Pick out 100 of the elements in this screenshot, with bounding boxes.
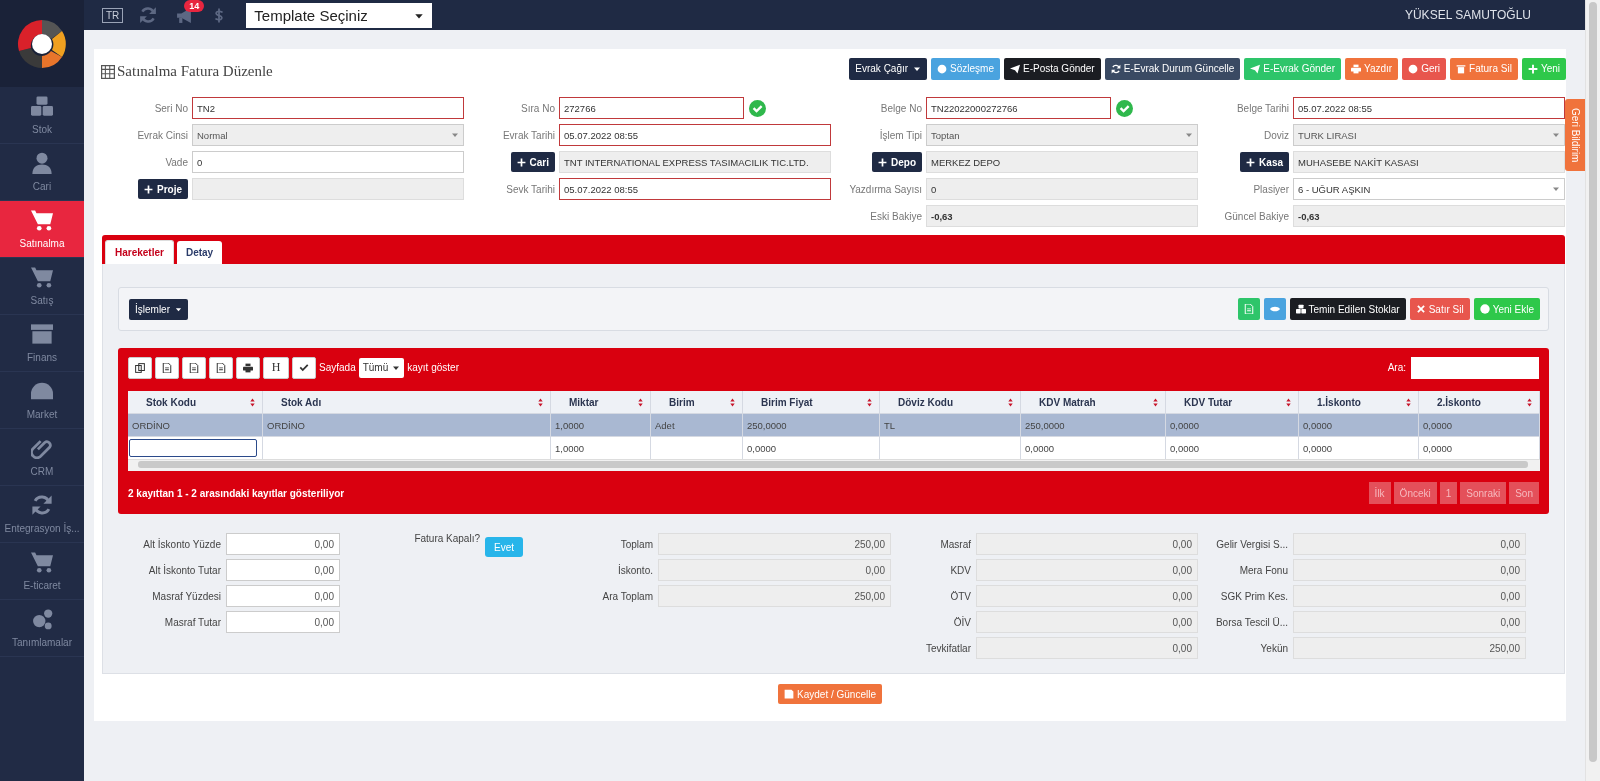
sidebar-item[interactable]: Finans (0, 315, 84, 372)
input-field[interactable]: 05.07.2022 08:55 (559, 178, 831, 200)
table-cell: 0,0000 (1303, 442, 1333, 454)
cart-icon (31, 209, 53, 231)
table-cell: ORDİNO (267, 419, 305, 431)
input-field[interactable]: 0,00 (976, 585, 1198, 607)
sidebar-item[interactable]: Tanımlamalar (0, 600, 84, 657)
input-field[interactable]: 0,00 (226, 585, 340, 607)
header-toggle-button[interactable]: H (263, 356, 289, 379)
cart-icon (31, 266, 53, 288)
export-button[interactable] (236, 356, 260, 379)
tab[interactable]: Hareketler (105, 240, 174, 264)
table-row[interactable]: ORDİNO ORDİNO 1,0000 Adet 250,0000 TL 250,0000 0,0000 0,0000 0,0000 (128, 413, 1540, 436)
input-field[interactable]: 250,00 (658, 585, 891, 607)
sort-icon (537, 396, 544, 408)
search-field[interactable] (1411, 356, 1539, 379)
user-name[interactable]: YÜKSEL SAMUTOĞLU (1404, 8, 1531, 22)
check-icon (299, 362, 309, 373)
plus-icon (878, 157, 887, 167)
sidebar-item[interactable]: Entegrasyon İş... (0, 486, 84, 543)
header-button[interactable]: E-Evrak Durum Güncelle (1104, 57, 1241, 80)
sidebar-item[interactable]: CRM (0, 429, 84, 486)
input-field[interactable]: 0,00 (976, 559, 1198, 581)
input-field[interactable]: TN22022000272766 (926, 97, 1111, 119)
language-button[interactable]: TR (102, 7, 124, 23)
sidebar-item[interactable]: Satınalma (0, 201, 84, 258)
input-field[interactable]: 0,00 (976, 533, 1198, 555)
sidebar-item[interactable]: Market (0, 372, 84, 429)
input-field[interactable]: -0,63 (1293, 205, 1565, 227)
table-cell: 0,0000 (1170, 419, 1200, 431)
sidebar-item[interactable]: E-ticaret (0, 543, 84, 600)
horizontal-scrollbar[interactable] (128, 459, 1540, 471)
page-size-select[interactable]: Tümü (358, 357, 405, 378)
sidebar-item[interactable]: Satış (0, 258, 84, 315)
refresh-icon (31, 494, 53, 516)
input-field[interactable]: TNT INTERNATIONAL EXPRESS TASIMACILIK TIC.LTD. (559, 151, 831, 173)
header-button[interactable]: Geri (1402, 57, 1447, 80)
export-button[interactable] (182, 356, 206, 379)
input-field[interactable]: 05.07.2022 08:55 (559, 124, 831, 146)
check-button[interactable] (292, 356, 316, 379)
export-button[interactable] (209, 356, 233, 379)
input-field[interactable]: 0,00 (1293, 585, 1526, 607)
input-field[interactable]: MUHASEBE NAKİT KASASI (1293, 151, 1565, 173)
archive-box-icon (31, 323, 53, 345)
add-button[interactable]: Proje (138, 179, 188, 199)
add-button[interactable]: Depo (872, 152, 922, 172)
input-field[interactable]: 0 (192, 151, 464, 173)
plus-icon (1527, 63, 1538, 74)
input-field[interactable]: TN2 (192, 97, 464, 119)
action-button[interactable] (1263, 298, 1286, 320)
field-label: Güncel Bakiye (1224, 210, 1289, 222)
input-field[interactable]: 0,00 (1293, 559, 1526, 581)
input-field[interactable]: 0,00 (658, 559, 891, 581)
input-field[interactable]: 0,00 (976, 611, 1198, 633)
input-field[interactable]: 05.07.2022 08:55 (1293, 97, 1565, 119)
select-field[interactable]: 6 - UĞUR AŞKIN (1293, 178, 1565, 200)
export-button[interactable] (128, 356, 152, 379)
tab[interactable]: Detay (176, 241, 223, 264)
printer-icon (243, 362, 253, 373)
field-label: Belge Tarihi (1236, 102, 1289, 114)
input-field[interactable]: 0,00 (226, 559, 340, 581)
input-field[interactable]: 250,00 (658, 533, 891, 555)
action-button[interactable]: Temin Edilen Stoklar (1289, 298, 1406, 320)
input-field[interactable]: 272766 (559, 97, 744, 119)
cell-input-field[interactable] (129, 439, 257, 457)
menu-button[interactable]: İşlemler (129, 298, 188, 320)
table-cell: 0,0000 (747, 442, 777, 454)
export-button[interactable] (155, 356, 179, 379)
page-size-label: Sayfada (319, 362, 356, 373)
plus-icon (144, 184, 153, 194)
input-field[interactable]: 0,00 (226, 611, 340, 633)
action-button[interactable]: Satır Sil (1409, 298, 1470, 320)
table-cell: ORDİNO (132, 419, 170, 431)
sort-icon (1152, 396, 1159, 408)
input-field[interactable]: MERKEZ DEPO (926, 151, 1198, 173)
table-cell: 0,0000 (1423, 442, 1453, 454)
header-button[interactable]: E-Posta Gönder (1004, 57, 1101, 80)
input-field[interactable]: -0,63 (926, 205, 1198, 227)
input-field[interactable]: 0,00 (226, 533, 340, 555)
input-field[interactable]: 0,00 (976, 637, 1198, 659)
template-select[interactable]: Template Seçiniz (246, 3, 433, 28)
input-field[interactable]: 0 (926, 178, 1198, 200)
field-label: SGK Prim Kes. (1219, 590, 1288, 602)
field-label: Gelir Vergisi S... (1215, 538, 1288, 550)
input-field[interactable]: 0,00 (1293, 611, 1526, 633)
add-button[interactable]: Cari (510, 152, 555, 172)
header-button[interactable]: Evrak Çağır (849, 57, 928, 80)
add-button[interactable]: Kasa (1240, 152, 1289, 172)
sidebar-item[interactable]: Stok (0, 87, 84, 144)
sort-icon (1285, 396, 1292, 408)
input-field[interactable] (192, 178, 464, 200)
input-field[interactable]: 250,00 (1293, 637, 1526, 659)
field-label: ÖİV (952, 616, 971, 628)
field-label: Seri No (154, 102, 188, 114)
search-label: Ara: (1387, 362, 1406, 373)
sort-icon (637, 396, 644, 408)
scrollbar[interactable] (1585, 0, 1600, 781)
cubes-icon (31, 95, 53, 117)
field-label: Mera Fonu (1238, 564, 1288, 576)
input-field[interactable]: 0,00 (1293, 533, 1526, 555)
